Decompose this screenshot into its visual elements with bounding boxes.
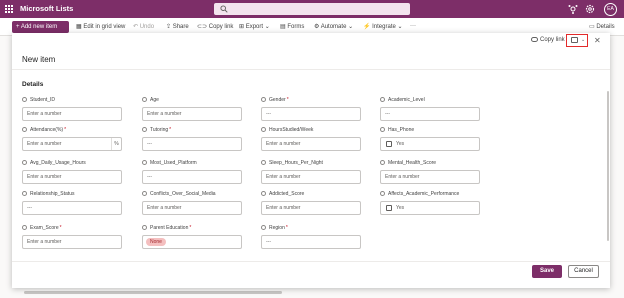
field-age: Age Enter a number xyxy=(142,96,242,121)
relationship-status-select[interactable]: --- xyxy=(22,201,122,215)
close-icon[interactable]: ✕ xyxy=(594,36,601,45)
number-icon xyxy=(22,97,27,102)
details-button[interactable]: ▭ Details xyxy=(589,23,615,32)
sleep-hours-input[interactable]: Enter a number xyxy=(261,170,361,184)
region-select[interactable]: --- xyxy=(261,235,361,249)
new-item-dialog: Copy link ⌄ ✕ New item Details Student_I… xyxy=(12,33,610,288)
cancel-button[interactable]: Cancel xyxy=(568,265,599,278)
field-academic-level: Academic_Level --- xyxy=(380,96,480,121)
field-mental-health-score: Mental_Health_Score Enter a number xyxy=(380,159,480,184)
choice-icon xyxy=(261,97,266,102)
age-input[interactable]: Enter a number xyxy=(142,107,242,121)
tutoring-select[interactable]: --- xyxy=(142,137,242,151)
student-id-input[interactable]: Enter a number xyxy=(22,107,122,121)
has-phone-checkbox[interactable]: Yes xyxy=(380,137,480,151)
number-icon xyxy=(261,191,266,196)
search-box[interactable] xyxy=(214,3,410,15)
settings-gear-icon[interactable] xyxy=(584,3,596,15)
app-bar: Microsoft Lists EA xyxy=(0,0,624,18)
field-tutoring: Tutoring* --- xyxy=(142,126,242,151)
divider xyxy=(12,69,610,70)
vertical-scrollbar[interactable] xyxy=(606,71,610,261)
horizontal-scrollbar[interactable] xyxy=(12,290,610,295)
yes-no-icon xyxy=(380,191,385,196)
choice-icon xyxy=(142,225,147,230)
integrate-button[interactable]: ⚡ Integrate ⌄ xyxy=(363,23,403,32)
choice-pill: None xyxy=(146,238,166,246)
percent-suffix: % xyxy=(111,138,121,150)
choice-icon xyxy=(22,191,27,196)
number-icon xyxy=(142,97,147,102)
yes-no-icon xyxy=(380,127,385,132)
avatar[interactable]: EA xyxy=(604,3,617,16)
attendance-input[interactable]: Enter a number% xyxy=(22,137,122,151)
field-has-phone: Has_Phone Yes xyxy=(380,126,480,151)
gender-select[interactable]: --- xyxy=(261,107,361,121)
mental-health-score-input[interactable]: Enter a number xyxy=(380,170,480,184)
field-region: Region* --- xyxy=(261,224,361,249)
more-commands-button[interactable]: ··· xyxy=(410,23,416,32)
number-icon xyxy=(261,127,266,132)
forms-button[interactable]: ▤ Forms xyxy=(280,23,304,32)
edit-form-icon[interactable] xyxy=(571,37,578,43)
most-used-platform-select[interactable]: --- xyxy=(142,170,242,184)
edit-grid-button[interactable]: ▦ Edit in grid view xyxy=(76,23,125,32)
field-gender: Gender* --- xyxy=(261,96,361,121)
choice-icon xyxy=(380,97,385,102)
dialog-toolbar: Copy link ⌄ ✕ xyxy=(12,33,610,49)
footer-divider xyxy=(12,261,610,262)
field-exam-score: Exam_Score* Enter a number xyxy=(22,224,122,249)
number-icon xyxy=(142,191,147,196)
field-relationship-status: Relationship_Status --- xyxy=(22,190,122,215)
undo-button[interactable]: ↶ Undo xyxy=(133,23,154,32)
field-addicted-score: Addicted_Score Enter a number xyxy=(261,190,361,215)
field-parent-education: Parent Education* None xyxy=(142,224,242,249)
copy-link-command[interactable]: ⊂⊃ Copy link xyxy=(197,23,233,32)
share-network-icon[interactable] xyxy=(567,3,579,15)
share-button[interactable]: ⇪ Share xyxy=(166,23,189,32)
conflicts-input[interactable]: Enter a number xyxy=(142,201,242,215)
parent-education-select[interactable]: None xyxy=(142,235,242,249)
section-title: Details xyxy=(22,81,44,88)
export-button[interactable]: ⊞ Export ⌄ xyxy=(239,23,270,32)
field-most-used-platform: Most_Used_Platform --- xyxy=(142,159,242,184)
exam-score-input[interactable]: Enter a number xyxy=(22,235,122,249)
field-conflicts: Conflicts_Over_Social_Media Enter a numb… xyxy=(142,190,242,215)
number-icon xyxy=(22,225,27,230)
copy-link-button[interactable]: Copy link xyxy=(531,37,565,43)
field-hours-studied: HoursStudied/Week Enter a number xyxy=(261,126,361,151)
field-avg-daily-usage: Avg_Daily_Usage_Hours Enter a number xyxy=(22,159,122,184)
checkbox-box xyxy=(386,141,392,147)
academic-level-select[interactable]: --- xyxy=(380,107,480,121)
choice-icon xyxy=(142,127,147,132)
save-button[interactable]: Save xyxy=(532,265,562,278)
affects-academic-checkbox[interactable]: Yes xyxy=(380,201,480,215)
app-launcher-icon[interactable] xyxy=(4,4,14,14)
field-attendance: Attendance(%)* Enter a number% xyxy=(22,126,122,151)
link-icon xyxy=(531,37,538,42)
field-student-id: Student_ID Enter a number xyxy=(22,96,122,121)
avg-daily-usage-input[interactable]: Enter a number xyxy=(22,170,122,184)
dialog-title: New item xyxy=(22,55,56,64)
app-title[interactable]: Microsoft Lists xyxy=(20,4,73,13)
chevron-down-icon[interactable]: ⌄ xyxy=(581,37,585,43)
hours-studied-input[interactable]: Enter a number xyxy=(261,137,361,151)
search-icon xyxy=(220,5,228,13)
field-affects-academic: Affects_Academic_Performance Yes xyxy=(380,190,480,215)
addicted-score-input[interactable]: Enter a number xyxy=(261,201,361,215)
number-icon xyxy=(22,160,27,165)
field-sleep-hours: Sleep_Hours_Per_Night Enter a number xyxy=(261,159,361,184)
number-icon xyxy=(261,160,266,165)
number-icon xyxy=(22,127,27,132)
automate-button[interactable]: ⚙ Automate ⌄ xyxy=(314,23,353,32)
add-new-item-button[interactable]: + Add new item xyxy=(12,21,69,33)
choice-icon xyxy=(261,225,266,230)
checkbox-box xyxy=(386,205,392,211)
number-icon xyxy=(380,160,385,165)
choice-icon xyxy=(142,160,147,165)
